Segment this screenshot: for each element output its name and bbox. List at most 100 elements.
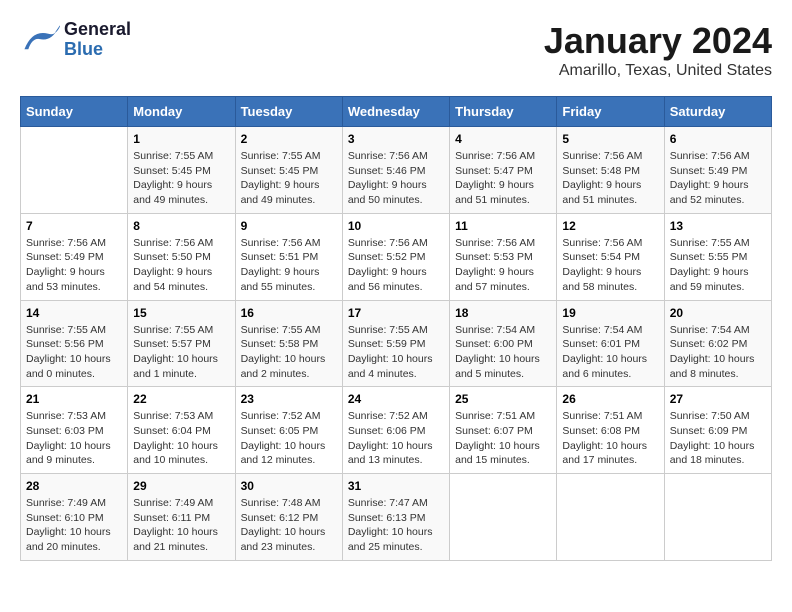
calendar-header-row: SundayMondayTuesdayWednesdayThursdayFrid…: [21, 97, 772, 127]
day-info: Sunrise: 7:52 AMSunset: 6:05 PMDaylight:…: [241, 409, 337, 468]
day-info: Sunrise: 7:51 AMSunset: 6:08 PMDaylight:…: [562, 409, 658, 468]
day-number: 25: [455, 392, 551, 406]
calendar-cell: 1 Sunrise: 7:55 AMSunset: 5:45 PMDaylight…: [128, 127, 235, 214]
day-info: Sunrise: 7:56 AMSunset: 5:50 PMDaylight:…: [133, 236, 229, 295]
day-info: Sunrise: 7:55 AMSunset: 5:56 PMDaylight:…: [26, 323, 122, 382]
logo-text: General Blue: [64, 20, 131, 60]
day-info: Sunrise: 7:56 AMSunset: 5:51 PMDaylight:…: [241, 236, 337, 295]
calendar-cell: 26 Sunrise: 7:51 AMSunset: 6:08 PMDayligh…: [557, 387, 664, 474]
day-number: 11: [455, 219, 551, 233]
day-info: Sunrise: 7:55 AMSunset: 5:57 PMDaylight:…: [133, 323, 229, 382]
calendar-week-row: 7Sunrise: 7:56 AMSunset: 5:49 PMDaylight…: [21, 213, 772, 300]
day-number: 20: [670, 306, 766, 320]
day-info: Sunrise: 7:56 AMSunset: 5:48 PMDaylight:…: [562, 149, 658, 208]
day-info: Sunrise: 7:54 AMSunset: 6:01 PMDaylight:…: [562, 323, 658, 382]
calendar-cell: 27 Sunrise: 7:50 AMSunset: 6:09 PMDayligh…: [664, 387, 771, 474]
day-info: Sunrise: 7:55 AMSunset: 5:58 PMDaylight:…: [241, 323, 337, 382]
day-info: Sunrise: 7:52 AMSunset: 6:06 PMDaylight:…: [348, 409, 444, 468]
day-number: 1: [133, 132, 229, 146]
day-number: 30: [241, 479, 337, 493]
day-of-week-header: Friday: [557, 97, 664, 127]
calendar-cell: 20Sunrise: 7:54 AMSunset: 6:02 PMDayligh…: [664, 300, 771, 387]
day-number: 17: [348, 306, 444, 320]
calendar-cell: 31Sunrise: 7:47 AMSunset: 6:13 PMDayligh…: [342, 474, 449, 561]
day-of-week-header: Wednesday: [342, 97, 449, 127]
day-info: Sunrise: 7:51 AMSunset: 6:07 PMDaylight:…: [455, 409, 551, 468]
day-of-week-header: Tuesday: [235, 97, 342, 127]
calendar-cell: 29 Sunrise: 7:49 AMSunset: 6:11 PMDayligh…: [128, 474, 235, 561]
day-number: 2: [241, 132, 337, 146]
calendar-cell: 13 Sunrise: 7:55 AMSunset: 5:55 PMDayligh…: [664, 213, 771, 300]
day-info: Sunrise: 7:56 AMSunset: 5:54 PMDaylight:…: [562, 236, 658, 295]
day-number: 15: [133, 306, 229, 320]
day-number: 22: [133, 392, 229, 406]
day-info: Sunrise: 7:50 AMSunset: 6:09 PMDaylight:…: [670, 409, 766, 468]
day-number: 3: [348, 132, 444, 146]
calendar-cell: 12 Sunrise: 7:56 AMSunset: 5:54 PMDayligh…: [557, 213, 664, 300]
day-info: Sunrise: 7:56 AMSunset: 5:47 PMDaylight:…: [455, 149, 551, 208]
day-of-week-header: Sunday: [21, 97, 128, 127]
day-number: 18: [455, 306, 551, 320]
day-info: Sunrise: 7:56 AMSunset: 5:53 PMDaylight:…: [455, 236, 551, 295]
calendar-table: SundayMondayTuesdayWednesdayThursdayFrid…: [20, 96, 772, 561]
day-info: Sunrise: 7:49 AMSunset: 6:10 PMDaylight:…: [26, 496, 122, 555]
calendar-cell: 3 Sunrise: 7:56 AMSunset: 5:46 PMDaylight…: [342, 127, 449, 214]
calendar-cell: 18 Sunrise: 7:54 AMSunset: 6:00 PMDayligh…: [450, 300, 557, 387]
day-number: 4: [455, 132, 551, 146]
calendar-cell: [21, 127, 128, 214]
day-number: 19: [562, 306, 658, 320]
day-number: 21: [26, 392, 122, 406]
calendar-cell: 25 Sunrise: 7:51 AMSunset: 6:07 PMDayligh…: [450, 387, 557, 474]
logo-blue-text: Blue: [64, 40, 131, 60]
calendar-cell: [557, 474, 664, 561]
day-number: 6: [670, 132, 766, 146]
day-info: Sunrise: 7:48 AMSunset: 6:12 PMDaylight:…: [241, 496, 337, 555]
calendar-cell: 6 Sunrise: 7:56 AMSunset: 5:49 PMDaylight…: [664, 127, 771, 214]
calendar-week-row: 28Sunrise: 7:49 AMSunset: 6:10 PMDayligh…: [21, 474, 772, 561]
day-number: 24: [348, 392, 444, 406]
day-number: 10: [348, 219, 444, 233]
day-info: Sunrise: 7:56 AMSunset: 5:52 PMDaylight:…: [348, 236, 444, 295]
calendar-cell: 21Sunrise: 7:53 AMSunset: 6:03 PMDayligh…: [21, 387, 128, 474]
page-subtitle: Amarillo, Texas, United States: [544, 62, 772, 80]
calendar-cell: 7Sunrise: 7:56 AMSunset: 5:49 PMDaylight…: [21, 213, 128, 300]
day-info: Sunrise: 7:56 AMSunset: 5:49 PMDaylight:…: [26, 236, 122, 295]
calendar-cell: 22 Sunrise: 7:53 AMSunset: 6:04 PMDayligh…: [128, 387, 235, 474]
calendar-week-row: 1 Sunrise: 7:55 AMSunset: 5:45 PMDaylight…: [21, 127, 772, 214]
calendar-cell: 17Sunrise: 7:55 AMSunset: 5:59 PMDayligh…: [342, 300, 449, 387]
day-number: 26: [562, 392, 658, 406]
calendar-cell: 23Sunrise: 7:52 AMSunset: 6:05 PMDayligh…: [235, 387, 342, 474]
day-info: Sunrise: 7:49 AMSunset: 6:11 PMDaylight:…: [133, 496, 229, 555]
day-of-week-header: Thursday: [450, 97, 557, 127]
day-info: Sunrise: 7:55 AMSunset: 5:45 PMDaylight:…: [133, 149, 229, 208]
day-number: 29: [133, 479, 229, 493]
calendar-cell: 11 Sunrise: 7:56 AMSunset: 5:53 PMDayligh…: [450, 213, 557, 300]
page-title: January 2024: [544, 20, 772, 62]
day-info: Sunrise: 7:55 AMSunset: 5:55 PMDaylight:…: [670, 236, 766, 295]
day-number: 12: [562, 219, 658, 233]
day-number: 31: [348, 479, 444, 493]
calendar-cell: 10 Sunrise: 7:56 AMSunset: 5:52 PMDayligh…: [342, 213, 449, 300]
calendar-week-row: 21Sunrise: 7:53 AMSunset: 6:03 PMDayligh…: [21, 387, 772, 474]
day-number: 27: [670, 392, 766, 406]
logo: General Blue: [20, 20, 131, 60]
calendar-cell: 24 Sunrise: 7:52 AMSunset: 6:06 PMDayligh…: [342, 387, 449, 474]
calendar-cell: 14Sunrise: 7:55 AMSunset: 5:56 PMDayligh…: [21, 300, 128, 387]
calendar-cell: 28Sunrise: 7:49 AMSunset: 6:10 PMDayligh…: [21, 474, 128, 561]
page-header: General Blue January 2024 Amarillo, Texa…: [20, 20, 772, 80]
calendar-cell: [664, 474, 771, 561]
calendar-cell: [450, 474, 557, 561]
calendar-week-row: 14Sunrise: 7:55 AMSunset: 5:56 PMDayligh…: [21, 300, 772, 387]
day-number: 9: [241, 219, 337, 233]
calendar-cell: 4 Sunrise: 7:56 AMSunset: 5:47 PMDaylight…: [450, 127, 557, 214]
day-info: Sunrise: 7:54 AMSunset: 6:00 PMDaylight:…: [455, 323, 551, 382]
day-info: Sunrise: 7:55 AMSunset: 5:45 PMDaylight:…: [241, 149, 337, 208]
calendar-cell: 16Sunrise: 7:55 AMSunset: 5:58 PMDayligh…: [235, 300, 342, 387]
day-info: Sunrise: 7:56 AMSunset: 5:49 PMDaylight:…: [670, 149, 766, 208]
title-area: January 2024 Amarillo, Texas, United Sta…: [544, 20, 772, 80]
calendar-cell: 8Sunrise: 7:56 AMSunset: 5:50 PMDaylight…: [128, 213, 235, 300]
day-number: 13: [670, 219, 766, 233]
day-info: Sunrise: 7:53 AMSunset: 6:04 PMDaylight:…: [133, 409, 229, 468]
day-info: Sunrise: 7:56 AMSunset: 5:46 PMDaylight:…: [348, 149, 444, 208]
day-number: 5: [562, 132, 658, 146]
